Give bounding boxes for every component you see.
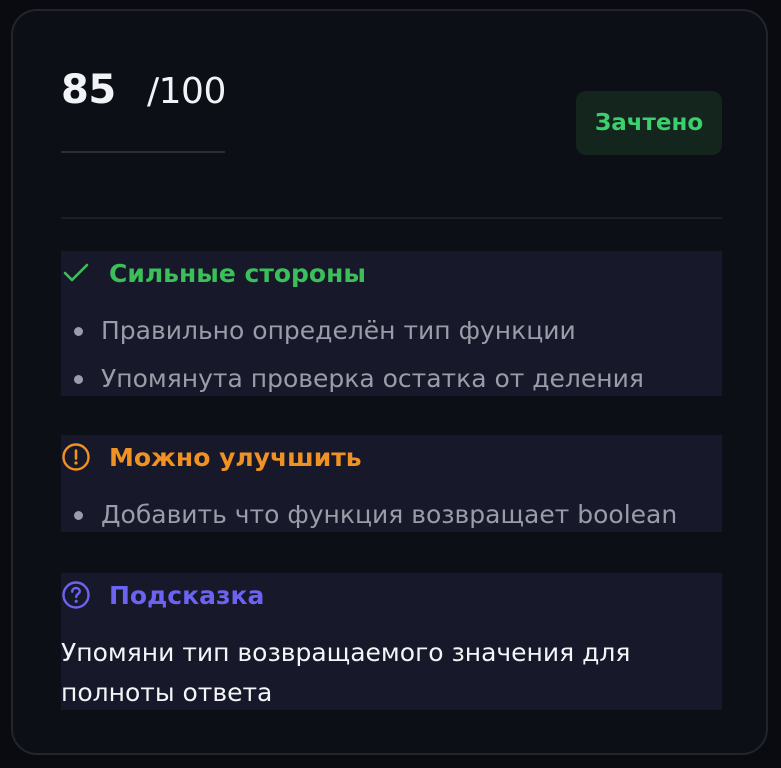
status-badge: Зачтено (576, 91, 722, 155)
list-item: Упомянута проверка остатка от деления (61, 357, 644, 405)
list-item: Добавить что функция возвращает boolean (61, 493, 677, 541)
improvements-section: Можно улучшить Добавить что функция возв… (61, 435, 722, 532)
list-item-text: Упомянута проверка остатка от деления (101, 364, 644, 393)
strengths-header: Сильные стороны (61, 251, 366, 295)
score-underline (61, 151, 225, 153)
help-circle-icon (61, 580, 91, 610)
strengths-list: Правильно определён тип функции Упомянут… (61, 309, 644, 405)
improvements-title: Можно улучшить (109, 442, 362, 472)
alert-circle-icon (61, 442, 91, 472)
hint-title: Подсказка (109, 580, 265, 610)
score-value: 85 (61, 67, 116, 113)
score-max: /100 (147, 71, 226, 112)
list-item: Правильно определён тип функции (61, 309, 644, 357)
bullet (74, 375, 83, 384)
strengths-section: Сильные стороны Правильно определён тип … (61, 251, 722, 396)
hint-header: Подсказка (61, 573, 264, 617)
strengths-title: Сильные стороны (109, 258, 366, 288)
improvements-header: Можно улучшить (61, 435, 362, 479)
hint-section: Подсказка Упомяни тип возвращаемого знач… (61, 573, 722, 710)
hint-text: Упомяни тип возвращаемого значения для п… (61, 638, 631, 707)
check-icon (61, 258, 91, 288)
list-item-text: Правильно определён тип функции (101, 316, 576, 345)
feedback-card: 85 /100 Зачтено Сильные стороны Правильн… (11, 9, 768, 755)
bullet (74, 327, 83, 336)
header-divider (61, 217, 722, 219)
improvements-list: Добавить что функция возвращает boolean (61, 493, 677, 541)
score-display: 85 /100 (61, 67, 226, 113)
bullet (74, 511, 83, 520)
list-item-text: Добавить что функция возвращает boolean (101, 500, 678, 529)
